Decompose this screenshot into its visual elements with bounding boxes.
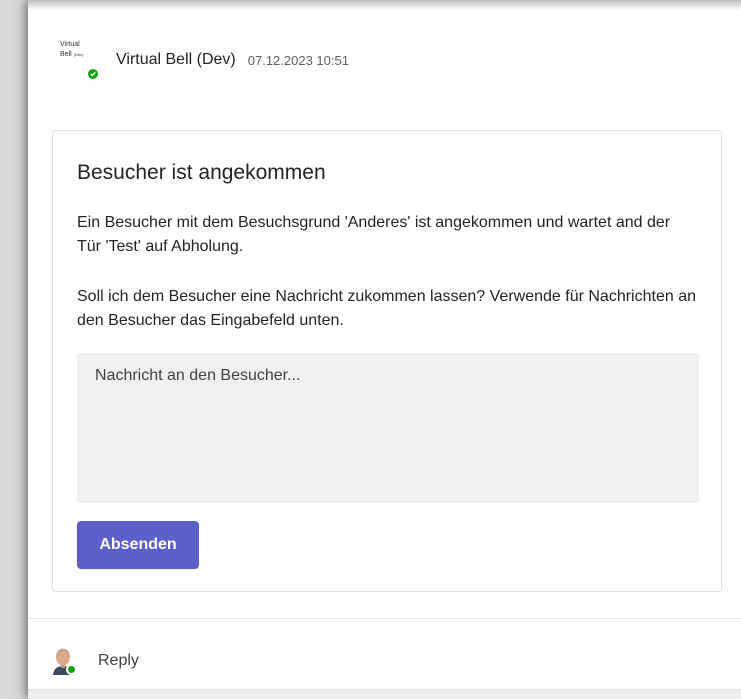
reply-button[interactable]: Reply [52,646,139,676]
user-presence-icon [66,664,77,675]
conversation-frame: Virtual Bell (Dev) Virtual Bell (Dev) 07… [28,0,741,699]
sender-name[interactable]: Virtual Bell (Dev) [116,51,236,69]
top-shadow-edge [28,0,741,10]
divider [28,618,741,619]
card-instruction-text: Soll ich dem Besucher eine Nachricht zuk… [77,288,696,329]
card-title: Besucher ist angekommen [77,161,326,184]
message-header: Virtual Bell (Dev) Virtual Bell (Dev) 07… [58,36,721,84]
avatar-logo-line1: Virtual [60,41,80,48]
card-arrival-text: Ein Besucher mit dem Besuchsgrund 'Ander… [77,214,671,255]
adaptive-card: Besucher ist angekommen Ein Besucher mit… [52,130,722,592]
avatar-logo-line2: Bell (Dev) [60,51,83,58]
avatar-logo-word: Bell [60,51,72,58]
send-button[interactable]: Absenden [77,521,199,569]
presence-available-icon [86,67,100,81]
bot-avatar[interactable]: Virtual Bell (Dev) [58,38,100,82]
user-avatar [52,647,78,675]
avatar-logo-small: (Dev) [73,52,84,57]
bottom-strip [28,689,741,699]
reply-label: Reply [98,652,139,669]
visitor-message-input[interactable] [77,353,699,503]
message-timestamp: 07.12.2023 10:51 [247,52,349,68]
